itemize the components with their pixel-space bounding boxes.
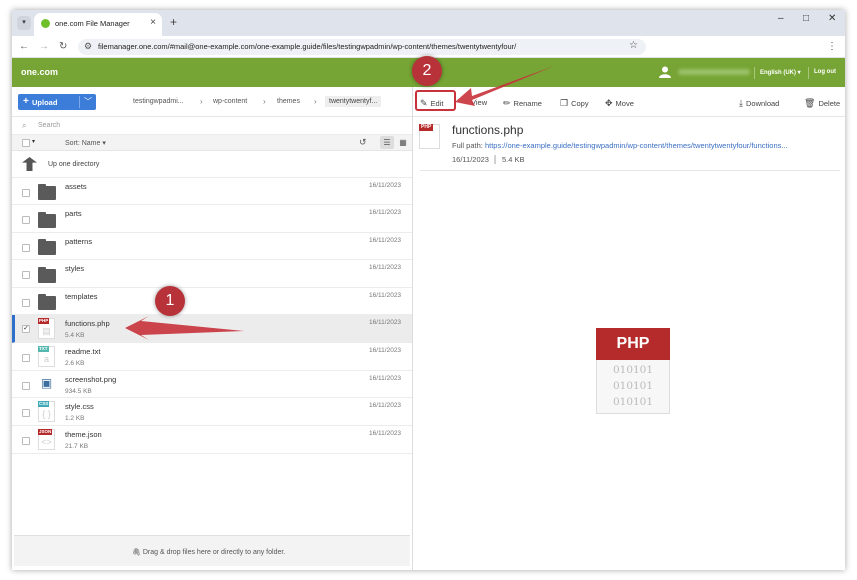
step-1-badge: 1 — [155, 286, 185, 316]
callout-arrow-2 — [455, 66, 554, 106]
browser-window: ▾ one.com File Manager × + – □ ✕ ← → ↻ ⚙… — [12, 10, 845, 570]
callout-arrow-1 — [125, 316, 244, 340]
annotation-arrows — [125, 66, 554, 340]
step-2-badge: 2 — [412, 56, 442, 86]
